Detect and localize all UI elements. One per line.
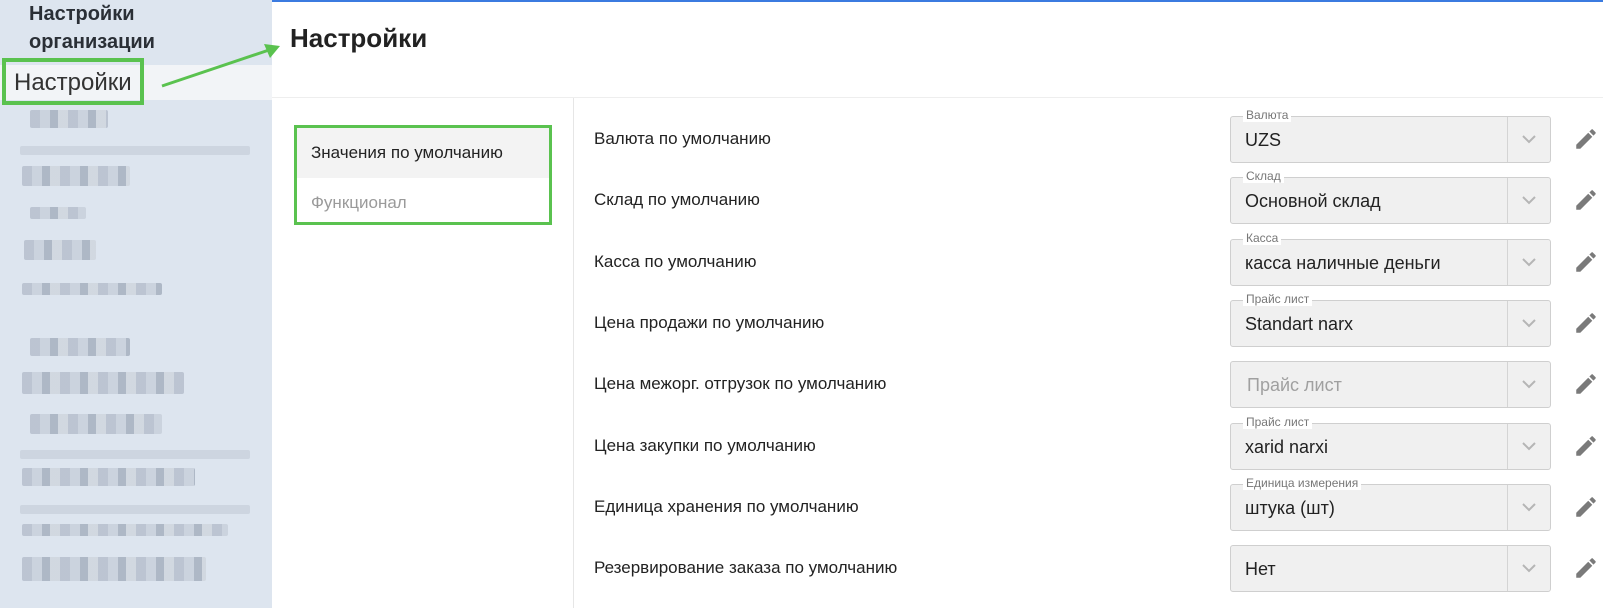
setting-select[interactable]: Склад Основной склад bbox=[1230, 169, 1551, 224]
setting-select[interactable]: Единица измерения штука (шт) bbox=[1230, 476, 1551, 531]
setting-select[interactable]: Нет bbox=[1230, 545, 1551, 592]
setting-label: Цена межорг. отгрузок по умолчанию bbox=[594, 374, 887, 393]
sidebar-item-blurred[interactable] bbox=[30, 414, 162, 434]
sidebar-item-blurred[interactable] bbox=[22, 166, 130, 186]
sidebar: Настройки организации Настройки bbox=[0, 0, 272, 608]
page-title: Настройки bbox=[290, 23, 428, 53]
setting-row: Резервирование заказа по умолчанию Нет bbox=[574, 543, 1603, 605]
select-value: xarid narxi bbox=[1245, 437, 1329, 457]
setting-select[interactable]: Прайс лист Standart narx bbox=[1230, 292, 1551, 347]
setting-row: Склад по умолчанию Склад Основной склад bbox=[574, 169, 1603, 237]
arrow-annotation-icon bbox=[161, 44, 280, 88]
setting-row: Цена продажи по умолчанию Прайс лист Stand… bbox=[574, 292, 1603, 360]
setting-label: Цена продажи по умолчанию bbox=[594, 313, 825, 332]
setting-select[interactable]: Валюта UZS bbox=[1230, 108, 1551, 163]
select-divider bbox=[1507, 424, 1508, 469]
sidebar-item-blurred[interactable] bbox=[30, 338, 130, 356]
select-caption: Валюта bbox=[1243, 108, 1292, 122]
chevron-down-icon[interactable] bbox=[1520, 253, 1538, 271]
setting-row: Цена межорг. отгрузок по умолчанию Прайс … bbox=[574, 359, 1603, 421]
pencil-icon[interactable] bbox=[1573, 433, 1599, 459]
settings-tabs: Значения по умолчанию Функционал bbox=[294, 125, 552, 225]
chevron-down-icon[interactable] bbox=[1520, 437, 1538, 455]
setting-label: Касса по умолчанию bbox=[594, 252, 757, 271]
sidebar-divider bbox=[20, 146, 250, 155]
chevron-down-icon[interactable] bbox=[1520, 375, 1538, 393]
chevron-down-icon[interactable] bbox=[1520, 498, 1538, 516]
select-caption: Склад bbox=[1243, 169, 1284, 183]
sidebar-item-blurred[interactable] bbox=[22, 283, 162, 295]
pencil-icon[interactable] bbox=[1573, 126, 1599, 152]
sidebar-highlight-annotation bbox=[2, 58, 144, 105]
setting-row: Касса по умолчанию Касса касса наличные де… bbox=[574, 231, 1603, 299]
setting-label: Цена закупки по умолчанию bbox=[594, 436, 816, 455]
select-value: касса наличные деньги bbox=[1245, 253, 1441, 273]
sidebar-divider bbox=[20, 450, 250, 459]
setting-label: Валюта по умолчанию bbox=[594, 129, 771, 148]
setting-label: Склад по умолчанию bbox=[594, 190, 760, 209]
setting-row: Цена закупки по умолчанию Прайс лист xarid… bbox=[574, 415, 1603, 483]
select-divider bbox=[1507, 301, 1508, 346]
select-divider bbox=[1507, 362, 1508, 407]
pencil-icon[interactable] bbox=[1573, 310, 1599, 336]
select-divider bbox=[1507, 485, 1508, 530]
select-divider bbox=[1507, 546, 1508, 591]
select-divider bbox=[1507, 117, 1508, 162]
select-value: Основной склад bbox=[1245, 191, 1381, 211]
sidebar-item-blurred[interactable] bbox=[22, 557, 206, 581]
setting-select[interactable]: Прайс лист bbox=[1230, 361, 1551, 408]
pencil-icon[interactable] bbox=[1573, 187, 1599, 213]
pencil-icon[interactable] bbox=[1573, 494, 1599, 520]
pencil-icon[interactable] bbox=[1573, 555, 1599, 581]
sidebar-item-blurred[interactable] bbox=[30, 207, 86, 219]
pencil-icon[interactable] bbox=[1573, 249, 1599, 275]
sidebar-item-blurred[interactable] bbox=[22, 468, 195, 486]
chevron-down-icon[interactable] bbox=[1520, 559, 1538, 577]
sidebar-item-blurred[interactable] bbox=[22, 524, 228, 536]
chevron-down-icon[interactable] bbox=[1520, 314, 1538, 332]
select-value: Нет bbox=[1245, 559, 1276, 579]
select-caption: Прайс лист bbox=[1243, 415, 1313, 429]
select-divider bbox=[1507, 240, 1508, 285]
sidebar-item-blurred[interactable] bbox=[24, 240, 96, 260]
setting-row: Единица хранения по умолчанию Единица изм… bbox=[574, 476, 1603, 544]
tab-default-values[interactable]: Значения по умолчанию bbox=[297, 128, 549, 178]
setting-label: Единица хранения по умолчанию bbox=[594, 497, 859, 516]
pencil-icon[interactable] bbox=[1573, 371, 1599, 397]
sidebar-divider bbox=[20, 505, 250, 514]
select-value: Standart narx bbox=[1245, 314, 1354, 334]
select-caption: Касса bbox=[1243, 231, 1282, 245]
select-caption: Прайс лист bbox=[1243, 292, 1313, 306]
setting-row: Валюта по умолчанию Валюта UZS bbox=[574, 108, 1603, 176]
select-placeholder: Прайс лист bbox=[1247, 375, 1342, 395]
tab-functionality[interactable]: Функционал bbox=[297, 178, 549, 228]
chevron-down-icon[interactable] bbox=[1520, 130, 1538, 148]
sidebar-item-blurred[interactable] bbox=[22, 372, 184, 394]
chevron-down-icon[interactable] bbox=[1520, 191, 1538, 209]
sidebar-item-blurred[interactable] bbox=[30, 110, 108, 128]
select-value: UZS bbox=[1245, 130, 1281, 150]
setting-select[interactable]: Касса касса наличные деньги bbox=[1230, 231, 1551, 286]
setting-label: Резервирование заказа по умолчанию bbox=[594, 558, 898, 577]
header-divider bbox=[272, 97, 1603, 98]
setting-select[interactable]: Прайс лист xarid narxi bbox=[1230, 415, 1551, 470]
select-divider bbox=[1507, 178, 1508, 223]
select-value: штука (шт) bbox=[1245, 498, 1335, 518]
select-caption: Единица измерения bbox=[1243, 476, 1362, 490]
